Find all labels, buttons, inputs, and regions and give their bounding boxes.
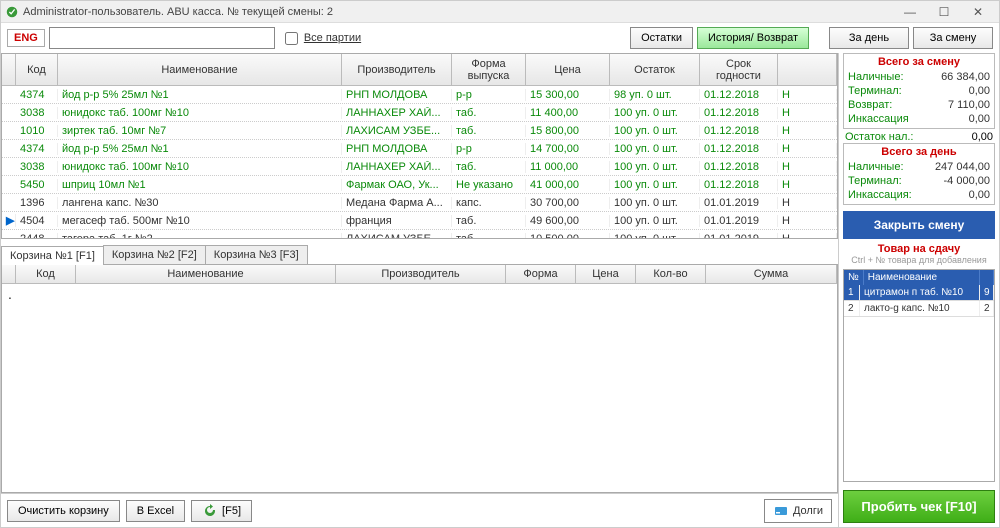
change-col-name: Наименование xyxy=(864,270,980,285)
basket-grid[interactable]: Код Наименование Производитель Форма Цен… xyxy=(1,265,838,493)
products-grid-header: Код Наименование Производитель Форма вып… xyxy=(2,54,837,86)
debts-icon xyxy=(773,503,789,519)
day-terminal-label: Терминал: xyxy=(848,175,902,187)
debts-button[interactable]: Долги xyxy=(764,499,832,523)
products-grid[interactable]: Код Наименование Производитель Форма вып… xyxy=(1,53,838,239)
minimize-button[interactable]: — xyxy=(893,2,927,22)
basket-tabs: Корзина №1 [F1] Корзина №2 [F2] Корзина … xyxy=(1,245,838,265)
col-maker[interactable]: Производитель xyxy=(342,54,452,86)
change-col-num: № xyxy=(844,270,864,285)
search-input[interactable] xyxy=(49,27,275,49)
window-title: Administrator-пользователь. ABU касса. №… xyxy=(23,6,893,18)
shift-totals-panel: Всего за смену Наличные: 66 384,00 Термин… xyxy=(843,53,995,129)
cash-remainder: Остаток нал.: 0,00 xyxy=(839,131,999,143)
table-row[interactable]: 4374йод р-р 5% 25мл №1РНП МОЛДОВАр-р14 7… xyxy=(2,140,837,158)
shift-cash-label: Наличные: xyxy=(848,71,904,83)
table-row[interactable]: 5450шприц 10мл №1Фармак ОАО, Ук...Не ука… xyxy=(2,176,837,194)
col-price[interactable]: Цена xyxy=(526,54,610,86)
shift-cash-value: 66 384,00 xyxy=(941,71,990,83)
day-inkass-label: Инкассация: xyxy=(848,189,912,201)
day-cash-value: 247 044,00 xyxy=(935,161,990,173)
lang-toggle[interactable]: ENG xyxy=(7,29,45,47)
bcol-sum[interactable]: Сумма xyxy=(706,265,837,284)
basket-placeholder: . xyxy=(8,286,12,302)
basket-grid-header: Код Наименование Производитель Форма Цен… xyxy=(2,265,837,284)
change-goods-grid[interactable]: № Наименование 1цитрамон п таб. №1092лак… xyxy=(843,269,995,482)
day-terminal-value: -4 000,00 xyxy=(944,175,990,187)
shift-terminal-label: Терминал: xyxy=(848,85,902,97)
refresh-icon xyxy=(202,503,218,519)
col-form[interactable]: Форма выпуска xyxy=(452,54,526,86)
debts-label: Долги xyxy=(793,505,823,517)
maximize-button[interactable]: ☐ xyxy=(927,2,961,22)
change-goods-hint: Ctrl + № товара для добавления xyxy=(839,255,999,265)
bcol-name[interactable]: Наименование xyxy=(76,265,336,284)
shift-return-value: 7 110,00 xyxy=(948,99,990,111)
change-goods-row[interactable]: 2лакто-g капс. №102 xyxy=(844,301,994,317)
table-row[interactable]: ▶4504мегасеф таб. 500мг №10франциятаб.49… xyxy=(2,212,837,230)
table-row[interactable]: 1010зиртек таб. 10мг №7ЛАХИСАМ УЗБЕ...та… xyxy=(2,122,837,140)
col-name[interactable]: Наименование xyxy=(58,54,342,86)
tab-basket-3[interactable]: Корзина №3 [F3] xyxy=(205,245,308,264)
day-totals-title: Всего за день xyxy=(848,146,990,160)
shift-return-label: Возврат: xyxy=(848,99,892,111)
bcol-qty[interactable]: Кол-во xyxy=(636,265,706,284)
table-row[interactable]: 3038юнидокс таб. 100мг №10ЛАННАХЕР ХАЙ..… xyxy=(2,158,837,176)
bcol-form[interactable]: Форма xyxy=(506,265,576,284)
shift-terminal-value: 0,00 xyxy=(969,85,990,97)
top-toolbar: ENG Все партии Остатки История/ Возврат … xyxy=(1,23,999,53)
day-cash-label: Наличные: xyxy=(848,161,904,173)
change-goods-title: Товар на сдачу xyxy=(839,243,999,255)
checkout-button[interactable]: Пробить чек [F10] xyxy=(843,490,995,523)
col-expiry[interactable]: Срок годности xyxy=(700,54,778,86)
cash-remainder-value: 0,00 xyxy=(972,131,993,143)
ostatki-button[interactable]: Остатки xyxy=(630,27,693,49)
shift-inkass-value: 0,00 xyxy=(969,113,990,125)
day-inkass-value: 0,00 xyxy=(969,189,990,201)
table-row[interactable]: 2448тагера таб. 1г №2...ЛАХИСАМ УЗБЕтаб1… xyxy=(2,230,837,239)
window-titlebar: Administrator-пользователь. ABU касса. №… xyxy=(1,1,999,23)
change-goods-row[interactable]: 1цитрамон п таб. №109 xyxy=(844,285,994,301)
table-row[interactable]: 1396лангена капс. №30Медана Фарма А...ка… xyxy=(2,194,837,212)
bcol-code[interactable]: Код xyxy=(16,265,76,284)
bottom-bar: Очистить корзину В Excel [F5] Долги xyxy=(1,493,838,527)
basket-body: . xyxy=(2,284,837,492)
table-row[interactable]: 4374йод р-р 5% 25мл №1РНП МОЛДОВАр-р15 3… xyxy=(2,86,837,104)
col-stock[interactable]: Остаток xyxy=(610,54,700,86)
refresh-label: [F5] xyxy=(222,505,241,517)
export-excel-button[interactable]: В Excel xyxy=(126,500,185,522)
history-return-button[interactable]: История/ Возврат xyxy=(697,27,809,49)
col-code[interactable]: Код xyxy=(16,54,58,86)
day-totals-panel: Всего за день Наличные: 247 044,00 Термин… xyxy=(843,143,995,205)
all-batches-label: Все партии xyxy=(304,32,361,44)
refresh-button[interactable]: [F5] xyxy=(191,500,252,522)
tab-basket-2[interactable]: Корзина №2 [F2] xyxy=(103,245,206,264)
per-shift-button[interactable]: За смену xyxy=(913,27,993,49)
tab-basket-1[interactable]: Корзина №1 [F1] xyxy=(1,246,104,265)
close-shift-button[interactable]: Закрыть смену xyxy=(843,211,995,239)
bcol-maker[interactable]: Производитель xyxy=(336,265,506,284)
cash-remainder-label: Остаток нал.: xyxy=(845,131,913,143)
all-batches-checkbox[interactable] xyxy=(285,32,298,45)
table-row[interactable]: 3038юнидокс таб. 100мг №10ЛАННАХЕР ХАЙ..… xyxy=(2,104,837,122)
bcol-price[interactable]: Цена xyxy=(576,265,636,284)
shift-totals-title: Всего за смену xyxy=(848,56,990,70)
app-icon xyxy=(5,5,19,19)
shift-inkass-label: Инкассация xyxy=(848,113,909,125)
per-day-button[interactable]: За день xyxy=(829,27,909,49)
close-button[interactable]: ✕ xyxy=(961,2,995,22)
clear-basket-button[interactable]: Очистить корзину xyxy=(7,500,120,522)
